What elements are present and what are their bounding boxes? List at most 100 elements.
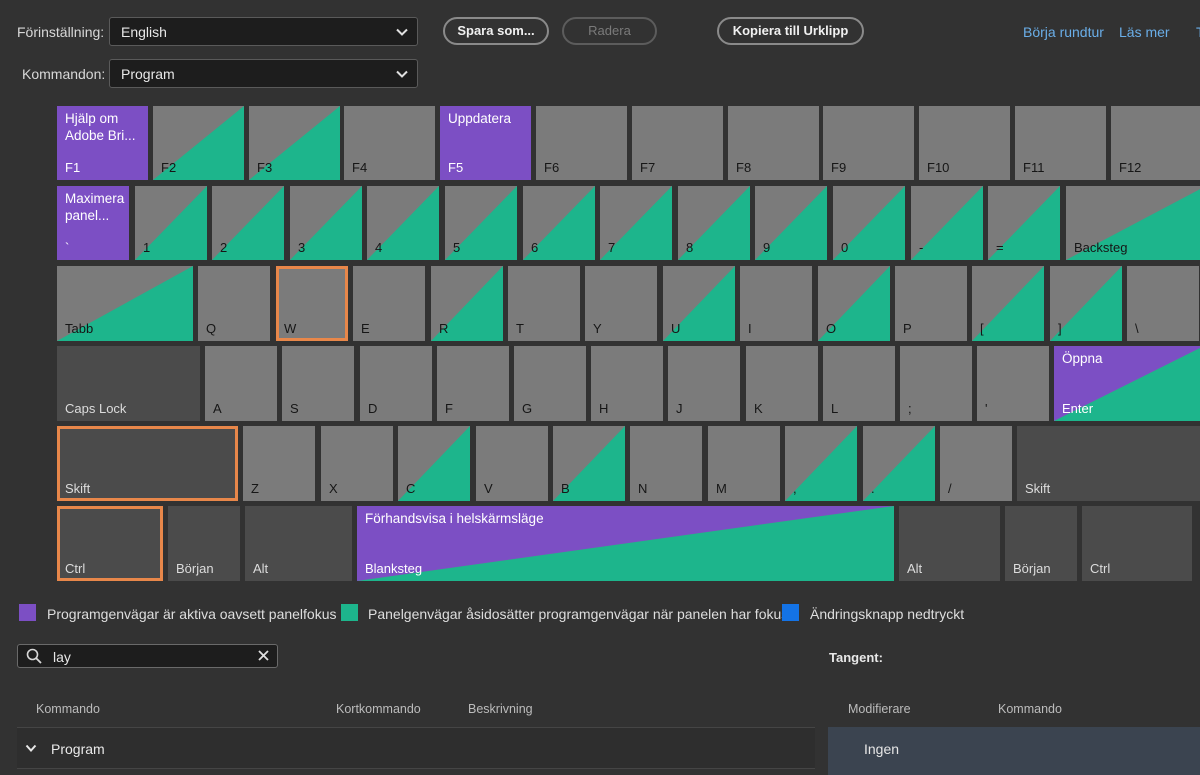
key-x[interactable]: X [321, 426, 393, 501]
key-label: Tabb [65, 321, 94, 336]
key-symbol[interactable]: ] [1050, 266, 1122, 341]
chevron-down-icon[interactable] [25, 742, 37, 754]
key-f2[interactable]: F2 [153, 106, 244, 180]
key-f8[interactable]: F8 [728, 106, 819, 180]
key-h[interactable]: H [591, 346, 663, 421]
key-f12[interactable]: F12 [1111, 106, 1200, 180]
key-s[interactable]: S [282, 346, 354, 421]
key-f7[interactable]: F7 [632, 106, 723, 180]
key-label: F2 [161, 160, 177, 175]
key-symbol[interactable]: Maximera panel... ` [57, 186, 129, 260]
key-label: P [903, 321, 912, 336]
key-p[interactable]: P [895, 266, 967, 341]
key-f5[interactable]: Uppdatera F5 [440, 106, 531, 180]
key-b[interactable]: B [553, 426, 625, 501]
key-tabb[interactable]: Tabb [57, 266, 193, 341]
key-label: B [561, 481, 570, 496]
key-label: Q [206, 321, 217, 336]
key-o[interactable]: O [818, 266, 890, 341]
key-7[interactable]: 7 [600, 186, 672, 260]
key-symbol[interactable]: ; [900, 346, 972, 421]
key-r[interactable]: R [431, 266, 503, 341]
search-value: lay [53, 649, 71, 665]
search-input[interactable]: lay [17, 644, 278, 668]
key-0[interactable]: 0 [833, 186, 905, 260]
col-header-command[interactable]: Kommando [36, 702, 100, 716]
key-f1[interactable]: Hjälp om Adobe Bri... F1 [57, 106, 148, 180]
key-f9[interactable]: F9 [823, 106, 914, 180]
key-k[interactable]: K [746, 346, 818, 421]
key-label: ' [985, 401, 988, 416]
key-label: . [871, 481, 875, 496]
clear-icon[interactable] [257, 649, 270, 662]
key-enter[interactable]: Öppna Enter [1054, 346, 1200, 421]
key-backsteg[interactable]: Backsteg [1066, 186, 1200, 260]
key-alt[interactable]: Alt [899, 506, 1000, 581]
key-skift[interactable]: Skift [1017, 426, 1200, 501]
key-ctrl[interactable]: Ctrl [1082, 506, 1192, 581]
key-j[interactable]: J [668, 346, 740, 421]
key-2[interactable]: 2 [212, 186, 284, 260]
key-label: K [754, 401, 763, 416]
key-alt[interactable]: Alt [245, 506, 352, 581]
key-1[interactable]: 1 [135, 186, 207, 260]
key-i[interactable]: I [740, 266, 812, 341]
key-label: ` [65, 240, 70, 255]
key-symbol[interactable]: / [940, 426, 1012, 501]
key-n[interactable]: N [630, 426, 702, 501]
key-symbol[interactable]: [ [972, 266, 1044, 341]
key-e[interactable]: E [353, 266, 425, 341]
key-label: Skift [65, 481, 91, 496]
key-u[interactable]: U [663, 266, 735, 341]
key-6[interactable]: 6 [523, 186, 595, 260]
modifier-row[interactable]: Ingen [828, 727, 1200, 775]
key-q[interactable]: Q [198, 266, 270, 341]
key-3[interactable]: 3 [290, 186, 362, 260]
key-w[interactable]: W [276, 266, 348, 341]
key-label: O [826, 321, 837, 336]
key-symbol[interactable]: ' [977, 346, 1049, 421]
key-y[interactable]: Y [585, 266, 657, 341]
key-command-label: Hjälp om Adobe Bri... [65, 111, 136, 143]
key-capslock[interactable]: Caps Lock [57, 346, 200, 421]
key-symbol[interactable]: - [911, 186, 983, 260]
key-5[interactable]: 5 [445, 186, 517, 260]
key-f4[interactable]: F4 [344, 106, 435, 180]
key-label: [ [980, 321, 984, 336]
key-m[interactable]: M [708, 426, 780, 501]
key-f10[interactable]: F10 [919, 106, 1010, 180]
key-symbol[interactable]: . [863, 426, 935, 501]
key-symbol[interactable]: \ [1127, 266, 1199, 341]
key-början[interactable]: Början [168, 506, 240, 581]
key-f6[interactable]: F6 [536, 106, 627, 180]
col-header-shortcut[interactable]: Kortkommando [336, 702, 421, 716]
col-header-modifier[interactable]: Modifierare [848, 702, 911, 716]
key-f[interactable]: F [437, 346, 509, 421]
key-label: F8 [736, 160, 752, 175]
key-label: R [439, 321, 449, 336]
key-l[interactable]: L [823, 346, 895, 421]
key-a[interactable]: A [205, 346, 277, 421]
key-f3[interactable]: F3 [249, 106, 340, 180]
col-header-mod-command[interactable]: Kommando [998, 702, 1062, 716]
key-z[interactable]: Z [243, 426, 315, 501]
tree-group-row[interactable]: Program [17, 727, 815, 769]
key-c[interactable]: C [398, 426, 470, 501]
col-header-description[interactable]: Beskrivning [468, 702, 533, 716]
key-skift[interactable]: Skift [57, 426, 238, 501]
key-label: F12 [1119, 160, 1142, 175]
key-f11[interactable]: F11 [1015, 106, 1106, 180]
key-8[interactable]: 8 [678, 186, 750, 260]
key-ctrl[interactable]: Ctrl [57, 506, 163, 581]
key-g[interactable]: G [514, 346, 586, 421]
key-blanksteg[interactable]: Förhandsvisa i helskärmsläge Blanksteg [357, 506, 894, 581]
key-början[interactable]: Början [1005, 506, 1077, 581]
key-9[interactable]: 9 [755, 186, 827, 260]
key-v[interactable]: V [476, 426, 548, 501]
key-symbol[interactable]: = [988, 186, 1060, 260]
key-t[interactable]: T [508, 266, 580, 341]
key-d[interactable]: D [360, 346, 432, 421]
key-4[interactable]: 4 [367, 186, 439, 260]
legend-modifier-text: Ändringsknapp nedtryckt [810, 606, 965, 622]
key-symbol[interactable]: , [785, 426, 857, 501]
